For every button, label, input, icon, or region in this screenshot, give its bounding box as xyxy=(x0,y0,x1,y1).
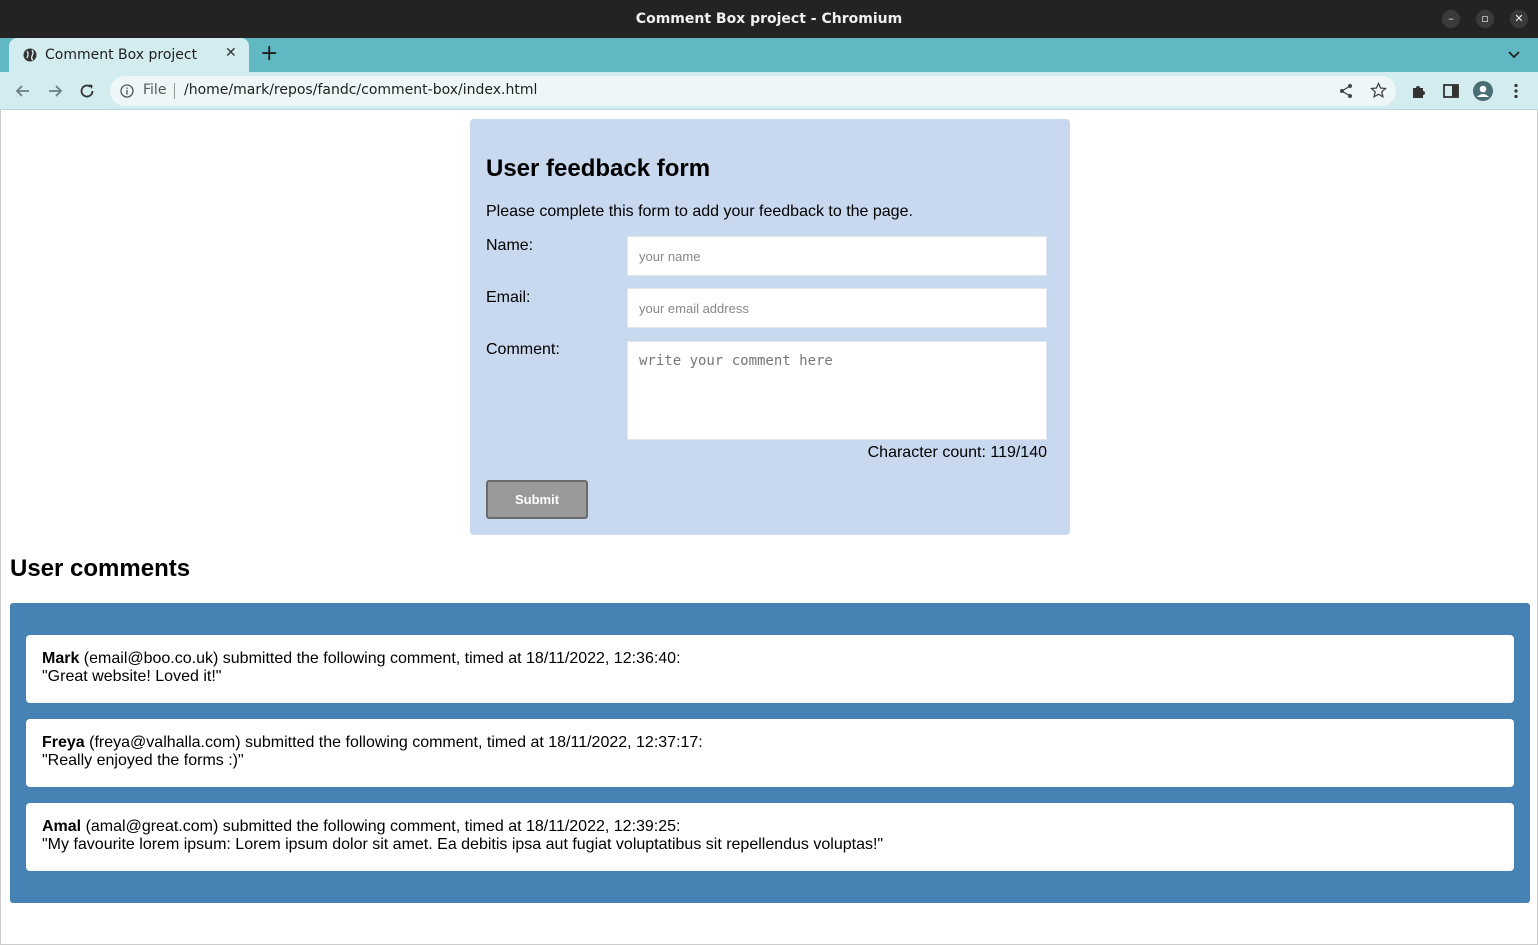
minimize-button[interactable]: – xyxy=(1442,10,1460,28)
comment-text: "Great website! Loved it!" xyxy=(42,668,222,685)
submit-button[interactable]: Submit xyxy=(486,480,588,519)
info-icon[interactable] xyxy=(120,84,134,98)
comment-header: Freya (freya@valhalla.com) submitted the… xyxy=(42,734,1498,752)
comment-author: Amal xyxy=(42,818,82,835)
comment-author: Mark xyxy=(42,650,80,667)
email-input[interactable] xyxy=(627,288,1047,328)
comment-item: Mark (email@boo.co.uk) submitted the fol… xyxy=(26,635,1514,703)
menu-kebab-icon[interactable] xyxy=(1507,82,1525,100)
globe-icon xyxy=(23,48,37,62)
close-window-button[interactable]: ✕ xyxy=(1510,10,1528,28)
tab-comment-box[interactable]: Comment Box project ✕ xyxy=(9,38,249,72)
comments-heading: User comments xyxy=(10,555,191,582)
share-icon[interactable] xyxy=(1338,83,1354,99)
side-panel-icon[interactable] xyxy=(1442,82,1460,100)
tab-title: Comment Box project xyxy=(45,47,198,63)
tab-close-icon[interactable]: ✕ xyxy=(225,45,237,61)
tab-strip: Comment Box project ✕ + xyxy=(0,38,1538,72)
comment-author: Freya xyxy=(42,734,85,751)
reload-icon[interactable] xyxy=(77,81,97,101)
comment-textarea[interactable] xyxy=(627,341,1047,440)
comment-header: Mark (email@boo.co.uk) submitted the fol… xyxy=(42,650,1498,668)
comment-label: Comment: xyxy=(486,341,560,358)
comments-panel: Mark (email@boo.co.uk) submitted the fol… xyxy=(10,603,1530,903)
form-description: Please complete this form to add your fe… xyxy=(486,203,913,220)
feedback-form: User feedback form Please complete this … xyxy=(470,119,1070,535)
comment-meta: (email@boo.co.uk) submitted the followin… xyxy=(79,650,681,667)
window-title: Comment Box project - Chromium xyxy=(635,11,903,27)
profile-avatar-icon[interactable] xyxy=(1473,81,1493,101)
comment-header: Amal (amal@great.com) submitted the foll… xyxy=(42,818,1498,836)
back-arrow-icon[interactable] xyxy=(13,81,33,101)
email-label: Email: xyxy=(486,289,531,306)
omnibox-separator xyxy=(174,83,175,99)
bookmark-star-icon[interactable] xyxy=(1370,82,1387,99)
address-bar[interactable]: File /home/mark/repos/fandc/comment-box/… xyxy=(110,76,1396,106)
url-text[interactable]: /home/mark/repos/fandc/comment-box/index… xyxy=(184,82,537,98)
comment-text: "My favourite lorem ipsum: Lorem ipsum d… xyxy=(42,836,884,853)
comment-meta: (amal@great.com) submitted the following… xyxy=(81,818,681,835)
form-title: User feedback form xyxy=(486,155,711,182)
comment-meta: (freya@valhalla.com) submitted the follo… xyxy=(84,734,703,751)
maximize-button[interactable]: ▫ xyxy=(1476,10,1494,28)
page-content: User feedback form Please complete this … xyxy=(0,110,1538,945)
window-titlebar: Comment Box project - Chromium – ▫ ✕ xyxy=(0,0,1538,38)
character-count: Character count: 119/140 xyxy=(867,444,1047,461)
new-tab-button[interactable]: + xyxy=(260,43,278,65)
comment-text: "Really enjoyed the forms :)" xyxy=(42,752,244,769)
comment-item: Freya (freya@valhalla.com) submitted the… xyxy=(26,719,1514,787)
comment-item: Amal (amal@great.com) submitted the foll… xyxy=(26,803,1514,871)
forward-arrow-icon[interactable] xyxy=(45,81,65,101)
scheme-label: File xyxy=(143,82,167,98)
name-input[interactable] xyxy=(627,236,1047,276)
name-label: Name: xyxy=(486,237,534,254)
browser-toolbar: File /home/mark/repos/fandc/comment-box/… xyxy=(0,72,1538,110)
extensions-puzzle-icon[interactable] xyxy=(1410,82,1428,100)
tab-search-chevron-icon[interactable] xyxy=(1506,46,1522,62)
